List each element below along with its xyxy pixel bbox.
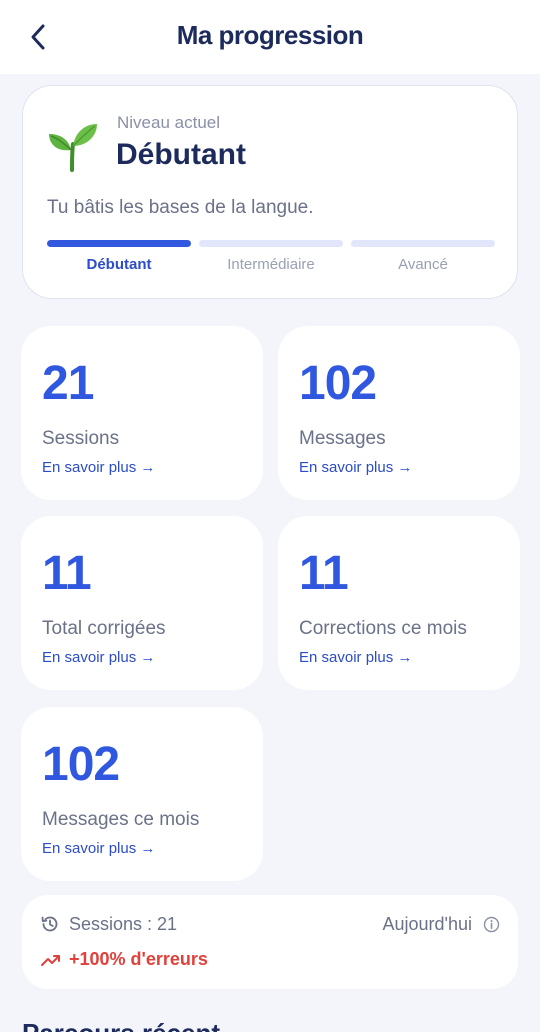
sprout-icon: [49, 124, 97, 172]
summary-trend: +100% d'erreurs: [69, 949, 208, 969]
learn-more-link[interactable]: En savoir plus →: [299, 649, 412, 666]
stat-label: Corrections ce mois: [299, 618, 467, 639]
learn-more-link[interactable]: En savoir plus →: [42, 459, 155, 476]
stat-label: Total corrigées: [42, 618, 166, 639]
stat-card-sessions[interactable]: 21 Sessions En savoir plus →: [21, 326, 263, 500]
section-title: Parcours récent: [22, 1018, 220, 1032]
level-segment-beginner: [47, 240, 191, 247]
stat-value: 102: [42, 738, 120, 791]
level-progress-bar: [47, 240, 495, 247]
history-icon: [41, 916, 58, 932]
stat-label: Messages: [299, 428, 386, 449]
learn-more-link[interactable]: En savoir plus →: [42, 649, 155, 666]
learn-more-link[interactable]: En savoir plus →: [299, 459, 412, 476]
page-title: Ma progression: [176, 20, 364, 50]
level-label-intermediate: Intermédiaire: [227, 256, 315, 273]
summary-period: Aujourd'hui: [382, 914, 473, 934]
app-header: Ma progression: [0, 0, 540, 74]
level-name: Débutant: [116, 138, 246, 171]
stat-value: 21: [42, 357, 94, 410]
level-caption: Niveau actuel: [117, 113, 221, 132]
level-card: Niveau actuel Débutant Tu bâtis les base…: [22, 85, 518, 299]
level-description: Tu bâtis les bases de la langue.: [47, 197, 314, 218]
stat-label: Messages ce mois: [42, 809, 200, 830]
trending-up-icon: [41, 955, 60, 966]
level-label-beginner: Débutant: [86, 256, 152, 273]
summary-card: Sessions : 21 Aujourd'hui +100% d'erreur…: [22, 895, 518, 989]
stat-value: 102: [299, 357, 377, 410]
stat-card-corrections-month[interactable]: 11 Corrections ce mois En savoir plus →: [278, 516, 520, 690]
level-segment-intermediate: [199, 240, 343, 247]
stat-card-messages-month[interactable]: 102 Messages ce mois En savoir plus →: [21, 707, 263, 881]
stat-card-total-corrected[interactable]: 11 Total corrigées En savoir plus →: [21, 516, 263, 690]
stat-value: 11: [299, 547, 349, 600]
info-icon[interactable]: [483, 916, 500, 933]
level-segment-advanced: [351, 240, 495, 247]
level-label-advanced: Avancé: [398, 256, 448, 273]
stat-label: Sessions: [42, 428, 120, 449]
learn-more-link[interactable]: En savoir plus →: [42, 840, 155, 857]
level-segment-labels: Débutant Intermédiaire Avancé: [47, 256, 495, 278]
stat-card-messages[interactable]: 102 Messages En savoir plus →: [278, 326, 520, 500]
summary-sessions: Sessions : 21: [69, 914, 178, 934]
stat-value: 11: [42, 547, 92, 600]
